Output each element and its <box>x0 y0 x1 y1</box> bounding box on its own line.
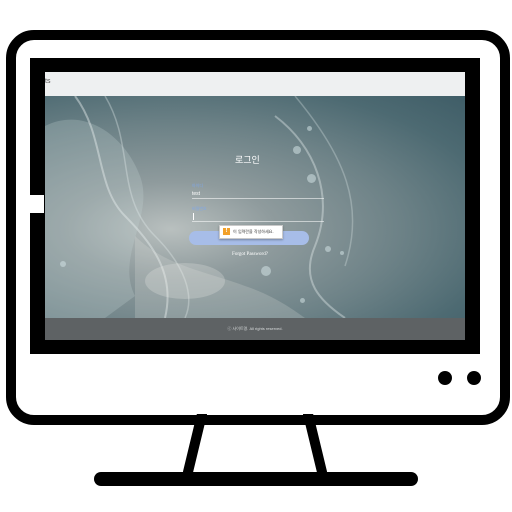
warning-icon: ! <box>223 228 230 235</box>
indicator-light-icon <box>467 371 481 385</box>
validation-tooltip: ! 이 입력란을 작성하세요. <box>219 225 283 239</box>
password-field[interactable] <box>192 209 324 222</box>
water-droplet <box>261 266 271 276</box>
water-droplet <box>300 298 305 303</box>
water-droplet <box>307 174 316 183</box>
water-splash-background <box>45 96 465 318</box>
monitor-stand <box>183 414 327 474</box>
page-footer: ⓒ 사이트명. All rights reserved. <box>45 318 465 340</box>
validation-message: 이 입력란을 작성하세요. <box>233 229 274 234</box>
forgot-password-link[interactable]: Forgot Password? <box>205 252 295 257</box>
splash-graphic <box>45 96 354 318</box>
username-field[interactable]: test <box>192 186 324 199</box>
monitor-illustration: ts 로그인 아이디 test 비밀번호 ! 이 입력란을 작성하세요. For… <box>0 0 512 512</box>
username-value: test <box>192 191 201 197</box>
water-droplet <box>325 246 331 252</box>
monitor-base <box>94 472 418 486</box>
login-title: 로그인 <box>235 156 260 166</box>
water-droplet <box>293 146 301 154</box>
water-droplet <box>307 126 312 131</box>
bezel-gap <box>30 195 44 213</box>
screen: ts 로그인 아이디 test 비밀번호 ! 이 입력란을 작성하세요. For… <box>45 72 465 340</box>
water-droplet <box>340 251 344 255</box>
footer-copyright: ⓒ 사이트명. All rights reserved. <box>227 326 283 331</box>
browser-bar: ts <box>45 72 465 97</box>
text-cursor <box>193 213 194 220</box>
water-droplet <box>60 261 66 267</box>
tab-title-fragment: ts <box>45 78 51 85</box>
power-button-icon <box>438 371 452 385</box>
